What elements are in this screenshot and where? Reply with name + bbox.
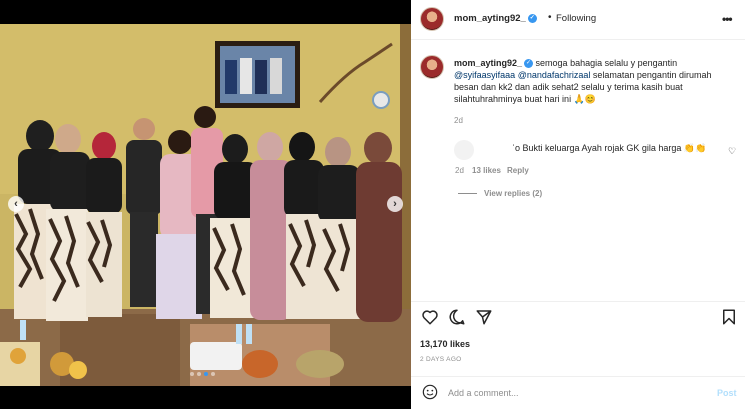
media-top-bar: [0, 0, 411, 24]
following-button[interactable]: Following: [556, 13, 596, 24]
post-comment-button[interactable]: Post: [717, 388, 737, 398]
comment-heart-icon[interactable]: ♡: [728, 146, 736, 157]
caption-text-1: semoga bahagia selalu y pengantin: [535, 58, 678, 68]
heart-icon[interactable]: [421, 308, 439, 326]
comment-timestamp[interactable]: 2d: [455, 166, 464, 175]
view-replies-button[interactable]: View replies (2): [484, 189, 542, 198]
caption-username[interactable]: mom_ayting92_: [454, 58, 522, 68]
photo-illustration: [0, 24, 411, 386]
post-header: mom_ayting92_ ✓ • Following •••: [411, 0, 745, 40]
more-options-icon[interactable]: •••: [722, 12, 733, 26]
like-count[interactable]: 13,170 likes: [420, 339, 470, 349]
chevron-right-icon[interactable]: ›: [387, 196, 403, 212]
carousel-dot-active: [204, 372, 208, 376]
add-comment-input[interactable]: [448, 386, 698, 400]
post-photo[interactable]: [0, 24, 411, 386]
post-username[interactable]: mom_ayting92_ ✓: [454, 13, 537, 24]
carousel-dot: [190, 372, 194, 376]
comment-text: ʾo Bukti keluarga Ayah rojak GK gila har…: [512, 143, 707, 153]
caption-timestamp[interactable]: 2d: [454, 116, 463, 125]
verified-badge-icon: ✓: [524, 59, 534, 69]
mention-link[interactable]: @nandafachrizaal: [518, 70, 591, 80]
bookmark-icon[interactable]: [720, 308, 738, 326]
carousel-dot: [211, 372, 215, 376]
emoji-icon[interactable]: [422, 384, 438, 400]
carousel-dots: [190, 372, 215, 376]
view-replies-line: [458, 193, 477, 194]
comment-likes[interactable]: 13 likes: [472, 166, 501, 175]
username-text[interactable]: mom_ayting92_: [454, 13, 526, 24]
media-bottom-bar: [0, 386, 411, 409]
post-date[interactable]: 2 DAYS AGO: [420, 356, 462, 363]
reply-button[interactable]: Reply: [507, 166, 529, 175]
carousel-dot: [197, 372, 201, 376]
post-details-panel: mom_ayting92_ ✓ • Following ••• mom_aytin…: [411, 0, 745, 409]
chevron-left-icon[interactable]: ‹: [8, 196, 24, 212]
caption-avatar[interactable]: [420, 55, 444, 79]
comment-icon[interactable]: [448, 308, 466, 326]
avatar[interactable]: [420, 7, 444, 31]
share-icon[interactable]: [475, 308, 493, 326]
comment-avatar[interactable]: [454, 140, 474, 160]
mention-link[interactable]: @syifaasyifaaa: [454, 70, 515, 80]
verified-badge-icon: ✓: [527, 13, 537, 23]
post-caption: mom_ayting92_ ✓ semoga bahagia selalu y p…: [454, 57, 734, 105]
header-separator: •: [548, 12, 552, 23]
